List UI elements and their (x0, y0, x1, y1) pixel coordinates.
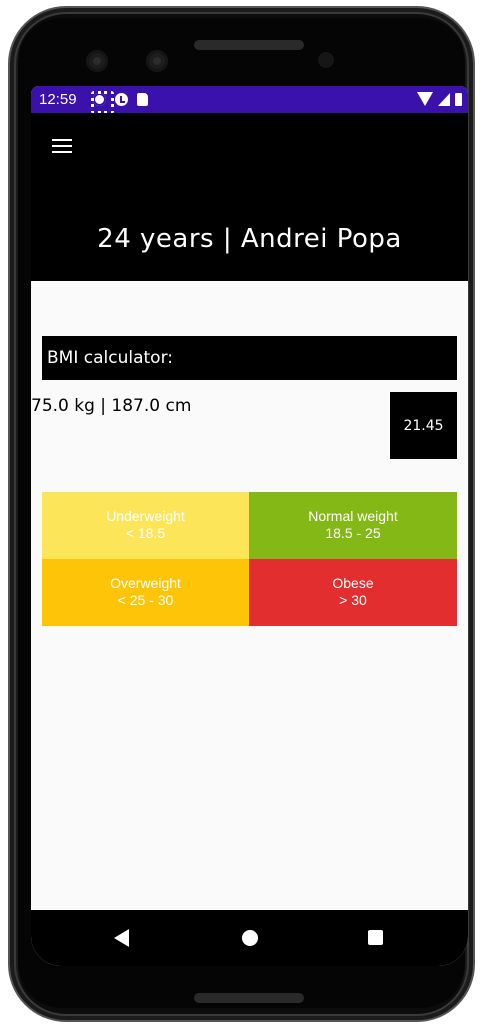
sd-card-icon (137, 93, 148, 106)
category-range: > 30 (339, 592, 367, 608)
device-screen: 12:59 24 years | Andrei Popa BMI calcula… (31, 86, 468, 966)
proximity-sensor (318, 52, 334, 68)
status-time: 12:59 (39, 91, 77, 108)
hamburger-menu-icon[interactable] (52, 139, 72, 153)
recents-icon[interactable] (368, 930, 383, 945)
category-normal-weight: Normal weight 18.5 - 25 (249, 492, 457, 559)
bmi-category-grid: Underweight < 18.5 Normal weight 18.5 - … (42, 492, 457, 626)
settings-icon (91, 91, 114, 114)
status-notification-icons (91, 91, 148, 114)
category-range: < 25 - 30 (117, 592, 174, 608)
bmi-calculator-header: BMI calculator: (42, 336, 457, 380)
bottom-speaker (194, 993, 304, 1003)
front-sensor-icon (146, 50, 168, 72)
system-navigation-bar (31, 910, 468, 966)
category-obese: Obese > 30 (249, 559, 457, 626)
bmi-result-badge: 21.45 (390, 392, 457, 459)
category-name: Overweight (110, 575, 181, 591)
status-system-icons (417, 92, 462, 106)
category-range: < 18.5 (125, 525, 166, 541)
category-underweight: Underweight < 18.5 (42, 492, 249, 559)
home-icon[interactable] (242, 930, 258, 946)
battery-icon (455, 93, 462, 106)
earpiece-speaker (194, 40, 304, 50)
category-name: Underweight (106, 508, 185, 524)
check-circle-icon (115, 93, 128, 106)
front-camera-icon (86, 50, 108, 72)
category-name: Normal weight (308, 508, 398, 524)
status-bar: 12:59 (31, 86, 468, 114)
wifi-icon (417, 92, 433, 106)
category-name: Obese (332, 575, 374, 591)
category-range: 18.5 - 25 (325, 525, 381, 541)
back-icon[interactable] (114, 929, 129, 947)
profile-title: 24 years | Andrei Popa (97, 224, 402, 254)
app-bar: 24 years | Andrei Popa (31, 113, 468, 281)
weight-height-text: 75.0 kg | 187.0 cm (31, 396, 192, 416)
signal-icon (438, 93, 450, 106)
category-overweight: Overweight < 25 - 30 (42, 559, 249, 626)
